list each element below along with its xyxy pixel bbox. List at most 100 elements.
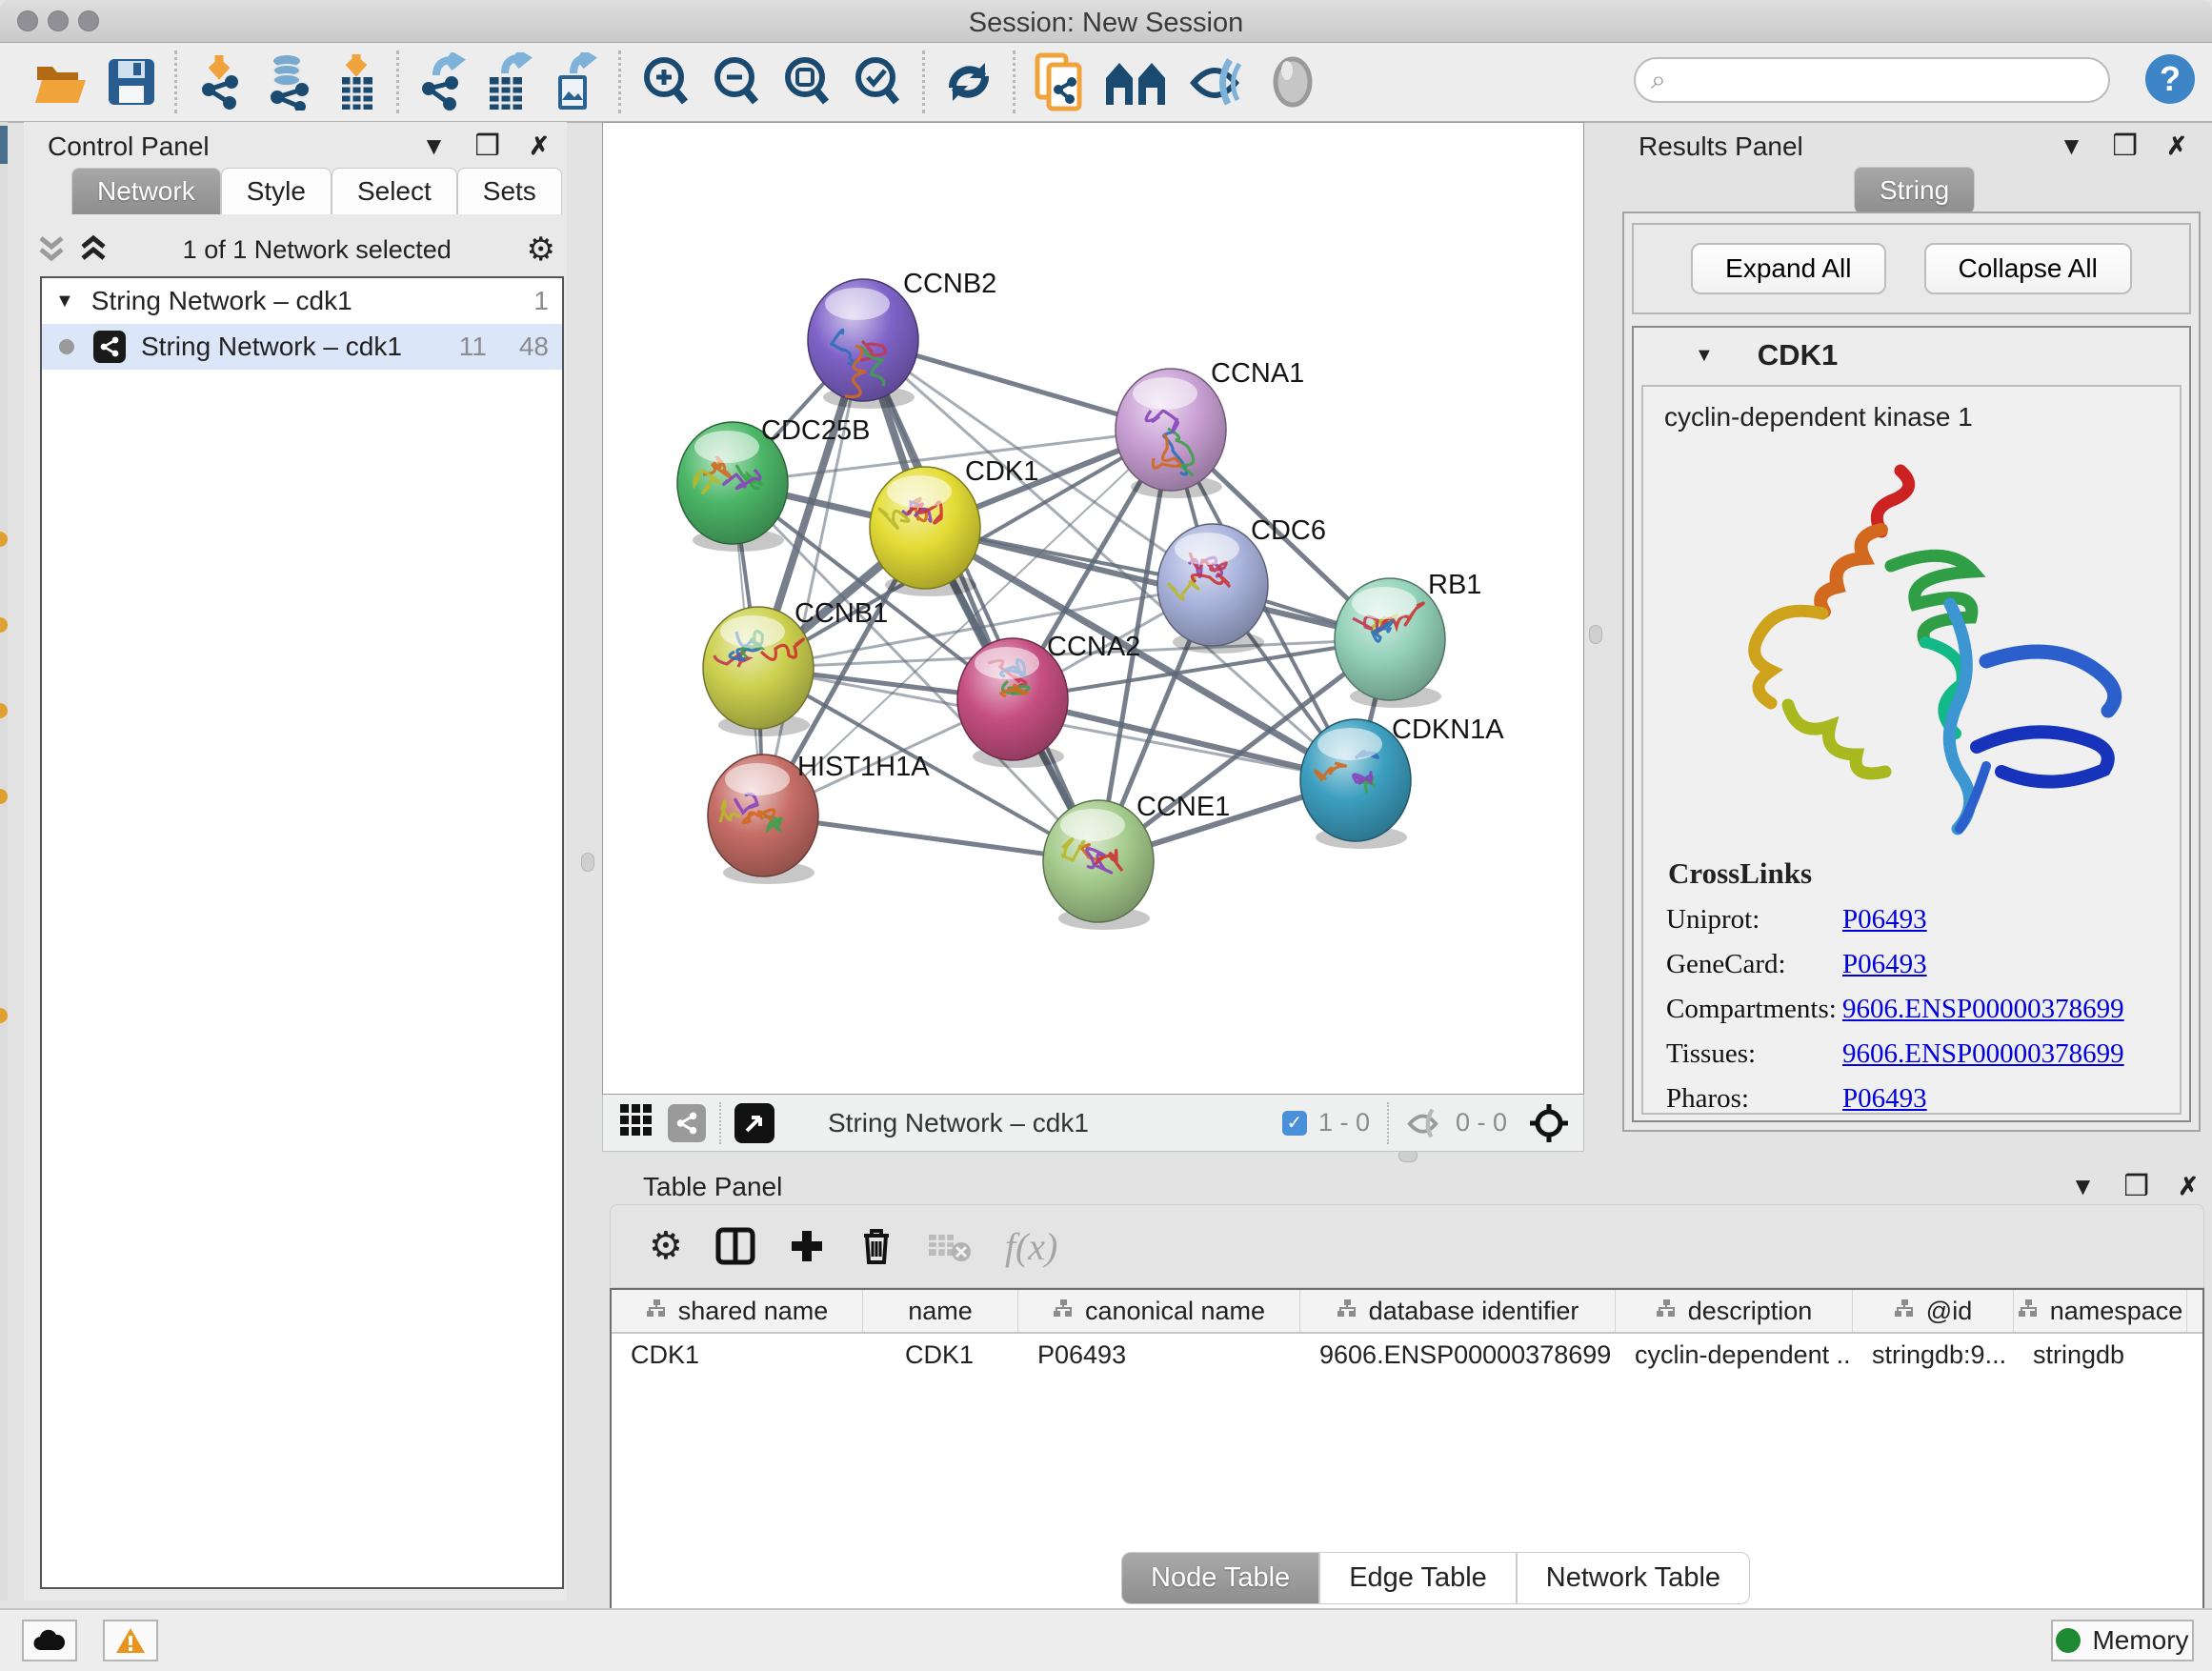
network-canvas[interactable]: CCNB2CCNA1CDC25BCDK1CDC6RB1CCNB1CCNA2CDK… — [602, 122, 1584, 1095]
export-network-button[interactable] — [417, 51, 467, 112]
collection-disclosure-icon[interactable]: ▼ — [55, 291, 74, 312]
network-row[interactable]: String Network – cdk1 11 48 — [42, 324, 562, 370]
column-header-database-identifier[interactable]: database identifier — [1300, 1290, 1616, 1332]
network-node-cdc25b[interactable]: CDC25B — [677, 415, 870, 552]
tab-node-table[interactable]: Node Table — [1121, 1552, 1319, 1604]
import-network-database-button[interactable] — [260, 51, 317, 112]
zoom-fit-button[interactable] — [780, 51, 834, 112]
results-panel-close-icon[interactable]: ✗ — [2166, 131, 2187, 161]
zoom-out-icon — [710, 54, 763, 110]
zoom-out-button[interactable] — [710, 51, 763, 112]
control-panel-collapse-icon[interactable]: ▼ — [422, 131, 447, 161]
grid-view-icon[interactable] — [618, 1102, 654, 1143]
column-type-icon — [1894, 1297, 1915, 1326]
crosshair-icon[interactable] — [1528, 1102, 1570, 1144]
save-session-button[interactable] — [107, 51, 156, 112]
network-node-rb1[interactable]: RB1 — [1335, 570, 1481, 708]
collapse-all-icon[interactable] — [37, 234, 66, 265]
crosslink-link[interactable]: 9606.ENSP00000378699 — [1842, 1038, 2124, 1070]
show-all-button[interactable] — [1266, 51, 1319, 112]
crosslink-link[interactable]: P06493 — [1842, 1083, 1927, 1115]
control-panel-close-icon[interactable]: ✗ — [529, 131, 550, 161]
selected-checkbox-icon[interactable]: ✓ — [1282, 1111, 1307, 1136]
refresh-button[interactable] — [943, 51, 995, 112]
search-input[interactable] — [1666, 66, 2076, 95]
network-node-cdc6[interactable]: CDC6 — [1157, 515, 1326, 654]
table-row[interactable]: CDK1CDK1P064939606.ENSP00000378699cyclin… — [612, 1334, 2202, 1376]
column-header-namespace[interactable]: namespace — [2014, 1290, 2187, 1332]
tab-select[interactable]: Select — [332, 168, 457, 214]
search-box[interactable]: ⌕ — [1634, 57, 2110, 103]
show-columns-icon[interactable] — [715, 1227, 755, 1265]
help-button[interactable]: ? — [2145, 54, 2195, 104]
network-options-gear-icon[interactable]: ⚙ — [527, 231, 555, 269]
birds-eye-view-button[interactable] — [734, 1103, 774, 1143]
expand-all-icon[interactable] — [79, 234, 108, 265]
table-cell[interactable]: CDK1 — [863, 1334, 1018, 1376]
crosslink-link[interactable]: P06493 — [1842, 949, 1927, 980]
export-table-button[interactable] — [484, 51, 533, 112]
network-node-ccna1[interactable]: CCNA1 — [1116, 358, 1304, 498]
crosslink-link[interactable]: 9606.ENSP00000378699 — [1842, 994, 2124, 1025]
tab-edge-table[interactable]: Edge Table — [1319, 1552, 1517, 1604]
table-panel-close-icon[interactable]: ✗ — [2178, 1172, 2199, 1201]
string-view-icon[interactable] — [668, 1104, 706, 1142]
table-cell[interactable]: cyclin-dependent ... — [1616, 1334, 1853, 1376]
tab-sets[interactable]: Sets — [457, 168, 562, 214]
hide-selected-button[interactable] — [1188, 51, 1249, 112]
tab-style[interactable]: Style — [221, 168, 332, 214]
network-node-hist1h1a[interactable]: HIST1H1A — [708, 752, 930, 884]
collection-count: 1 — [533, 286, 549, 316]
expand-all-button[interactable]: Expand All — [1691, 243, 1885, 294]
crosslink-link[interactable]: P06493 — [1842, 904, 1927, 936]
column-header-description[interactable]: description — [1616, 1290, 1853, 1332]
results-panel-float-icon[interactable]: ❒ — [2112, 130, 2138, 163]
table-cell[interactable]: stringdb — [2014, 1334, 2187, 1376]
results-panel-collapse-icon[interactable]: ▼ — [2060, 131, 2084, 161]
column-header-name[interactable]: name — [863, 1290, 1018, 1332]
network-node-ccnb1[interactable]: CCNB1 — [703, 598, 888, 736]
control-panel-float-icon[interactable]: ❒ — [474, 130, 500, 163]
left-splitter-handle[interactable] — [581, 853, 594, 872]
selected-node-edge-counts: 1 - 0 — [1318, 1108, 1370, 1137]
table-panel-float-icon[interactable]: ❒ — [2123, 1170, 2149, 1203]
gene-disclosure-icon[interactable]: ▼ — [1695, 345, 1714, 367]
import-network-file-button[interactable] — [195, 51, 243, 112]
open-session-button[interactable] — [34, 51, 90, 112]
network-node-ccne1[interactable]: CCNE1 — [1043, 792, 1230, 930]
collapse-all-button[interactable]: Collapse All — [1924, 243, 2132, 294]
table-cell[interactable]: P06493 — [1018, 1334, 1300, 1376]
network-node-ccnb2[interactable]: CCNB2 — [808, 269, 996, 409]
column-header-shared-name[interactable]: shared name — [612, 1290, 863, 1332]
add-column-icon[interactable] — [788, 1227, 826, 1265]
column-header--id[interactable]: @id — [1853, 1290, 2014, 1332]
memory-button[interactable]: Memory — [2051, 1620, 2194, 1661]
duplicate-network-button[interactable] — [1034, 51, 1087, 112]
warning-status-button[interactable] — [103, 1620, 158, 1661]
table-panel-collapse-icon[interactable]: ▼ — [2071, 1172, 2096, 1201]
network-edge[interactable] — [763, 340, 863, 815]
network-edge[interactable] — [863, 340, 1098, 861]
import-table-file-button[interactable] — [334, 51, 378, 112]
node-label: CDK1 — [965, 456, 1038, 487]
table-settings-gear-icon[interactable]: ⚙ — [649, 1224, 683, 1268]
network-node-cdkn1a[interactable]: CDKN1A — [1300, 715, 1504, 849]
table-cell[interactable]: 9606.ENSP00000378699 — [1300, 1334, 1616, 1376]
network-collection-row[interactable]: ▼ String Network – cdk1 1 — [42, 278, 562, 324]
tab-network[interactable]: Network — [71, 168, 221, 214]
duplicate-pages-icon — [1034, 51, 1087, 112]
tab-network-table[interactable]: Network Table — [1517, 1552, 1750, 1604]
right-splitter-handle[interactable] — [1589, 625, 1602, 644]
node-label: HIST1H1A — [797, 752, 930, 782]
table-cell[interactable]: stringdb:9... — [1853, 1334, 2014, 1376]
zoom-in-button[interactable] — [639, 51, 693, 112]
zoom-selected-button[interactable] — [851, 51, 904, 112]
tab-string[interactable]: String — [1854, 167, 1975, 213]
column-header-canonical-name[interactable]: canonical name — [1018, 1290, 1300, 1332]
delete-column-icon[interactable] — [858, 1226, 895, 1266]
cloud-status-button[interactable] — [22, 1620, 77, 1661]
export-image-button[interactable] — [551, 51, 600, 112]
table-cell[interactable]: CDK1 — [612, 1334, 863, 1376]
network-node-cdk1[interactable]: CDK1 — [870, 456, 1038, 596]
first-neighbors-button[interactable] — [1104, 51, 1171, 112]
